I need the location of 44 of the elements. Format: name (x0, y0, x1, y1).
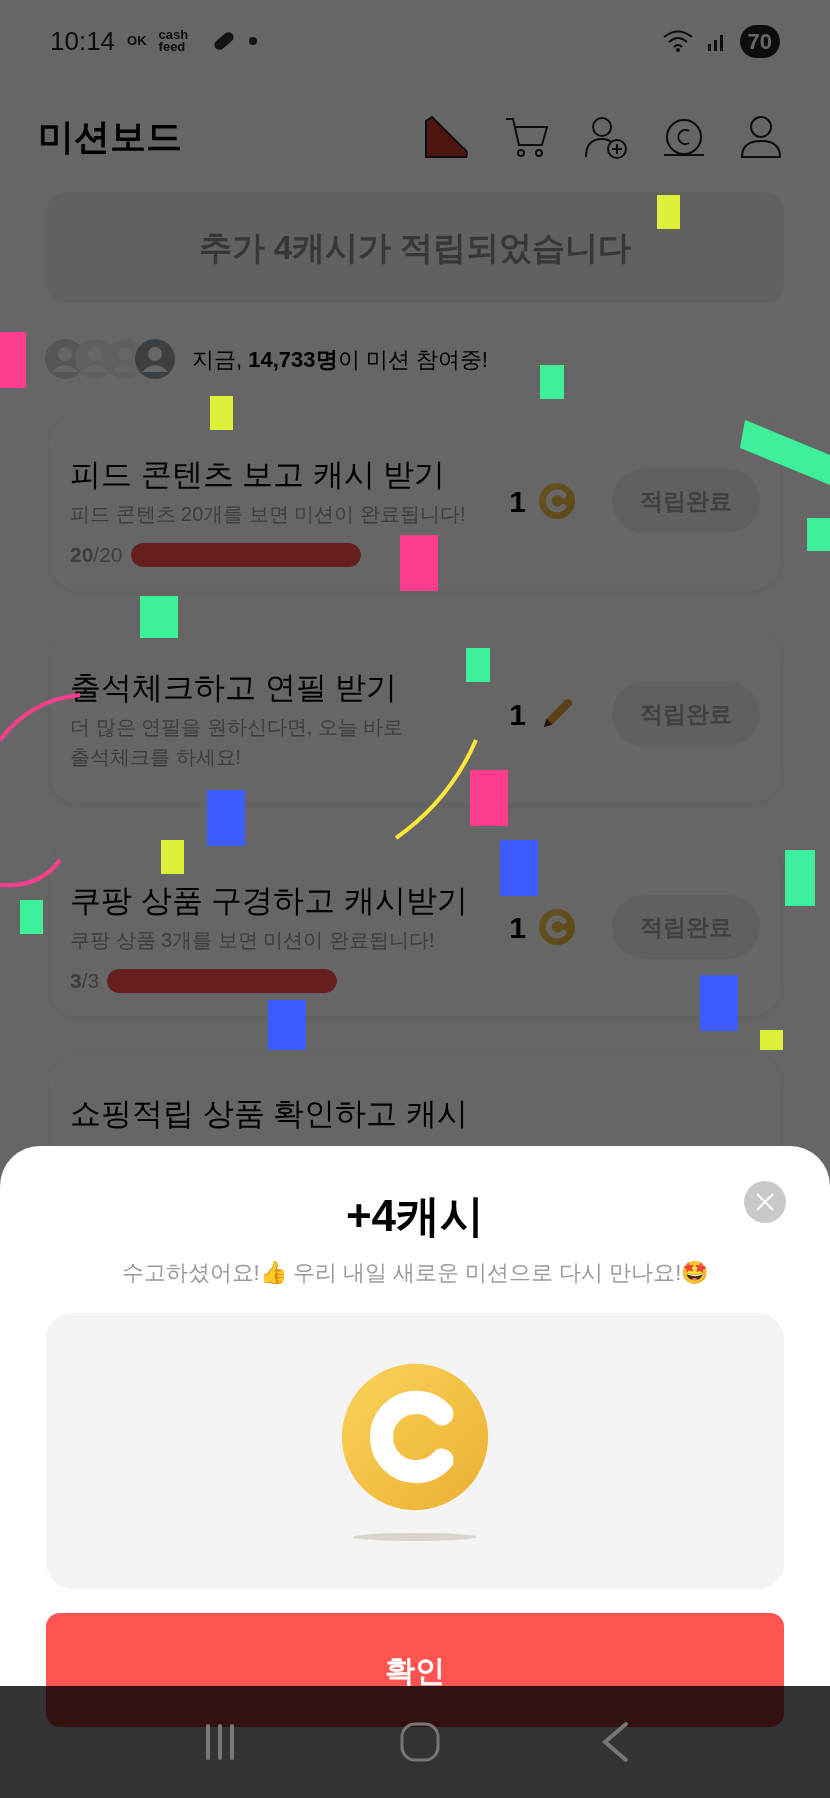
home-icon[interactable] (399, 1721, 441, 1763)
status-time: 10:14 (50, 24, 116, 58)
close-icon (755, 1192, 775, 1212)
mission-title: 쿠팡 상품 구경하고 캐시받기 (70, 882, 469, 920)
confetti-piece (700, 975, 738, 1031)
confetti-piece (161, 840, 184, 874)
confetti-piece (500, 840, 538, 896)
confetti-piece (540, 365, 564, 399)
wifi-icon (661, 29, 694, 53)
mission-title: 피드 콘텐츠 보고 캐시 받기 (70, 456, 447, 494)
coin-icon (538, 908, 576, 946)
confetti-piece (466, 648, 490, 682)
confetti-piece (20, 900, 43, 934)
user-icon[interactable] (740, 115, 782, 159)
page-title: 미션보드 (38, 115, 182, 159)
confetti-piece (470, 770, 508, 826)
notification-label: OK (127, 35, 147, 47)
confetti-piece (657, 195, 680, 229)
notification-label: cash feed (158, 29, 190, 53)
confetti-piece (785, 850, 815, 906)
reward-amount: 1 (509, 909, 526, 946)
reward-amount: 1 (509, 696, 526, 733)
coin-icon (538, 482, 576, 520)
reward-amount: 1 (509, 483, 526, 520)
battery-level: 70 (739, 24, 780, 58)
confetti-piece (760, 1030, 783, 1050)
mission-title: 쇼핑적립 상품 확인하고 캐시 (70, 1095, 469, 1133)
streamer (0, 858, 62, 888)
dot-icon (248, 37, 257, 45)
participants-text: 지금, 14,733명이 미션 참여중! (192, 345, 488, 374)
confetti-piece (140, 596, 178, 638)
cart-icon[interactable] (504, 115, 550, 159)
dialog-message: 수고하셨어요!👍 우리 내일 새로운 미션으로 다시 만나요!🤩 (121, 1259, 709, 1287)
confetti-piece (207, 790, 245, 846)
confetti-piece (807, 518, 830, 551)
confetti-piece (210, 396, 233, 430)
shadow-icon (352, 1532, 478, 1542)
add-user-icon[interactable] (584, 115, 628, 159)
avatar-icon (134, 338, 176, 380)
back-icon[interactable] (600, 1721, 631, 1763)
confetti-piece (400, 535, 438, 591)
confetti-piece (0, 332, 26, 388)
mission-title: 출석체크하고 연필 받기 (70, 669, 399, 707)
confetti-piece (268, 1000, 306, 1050)
